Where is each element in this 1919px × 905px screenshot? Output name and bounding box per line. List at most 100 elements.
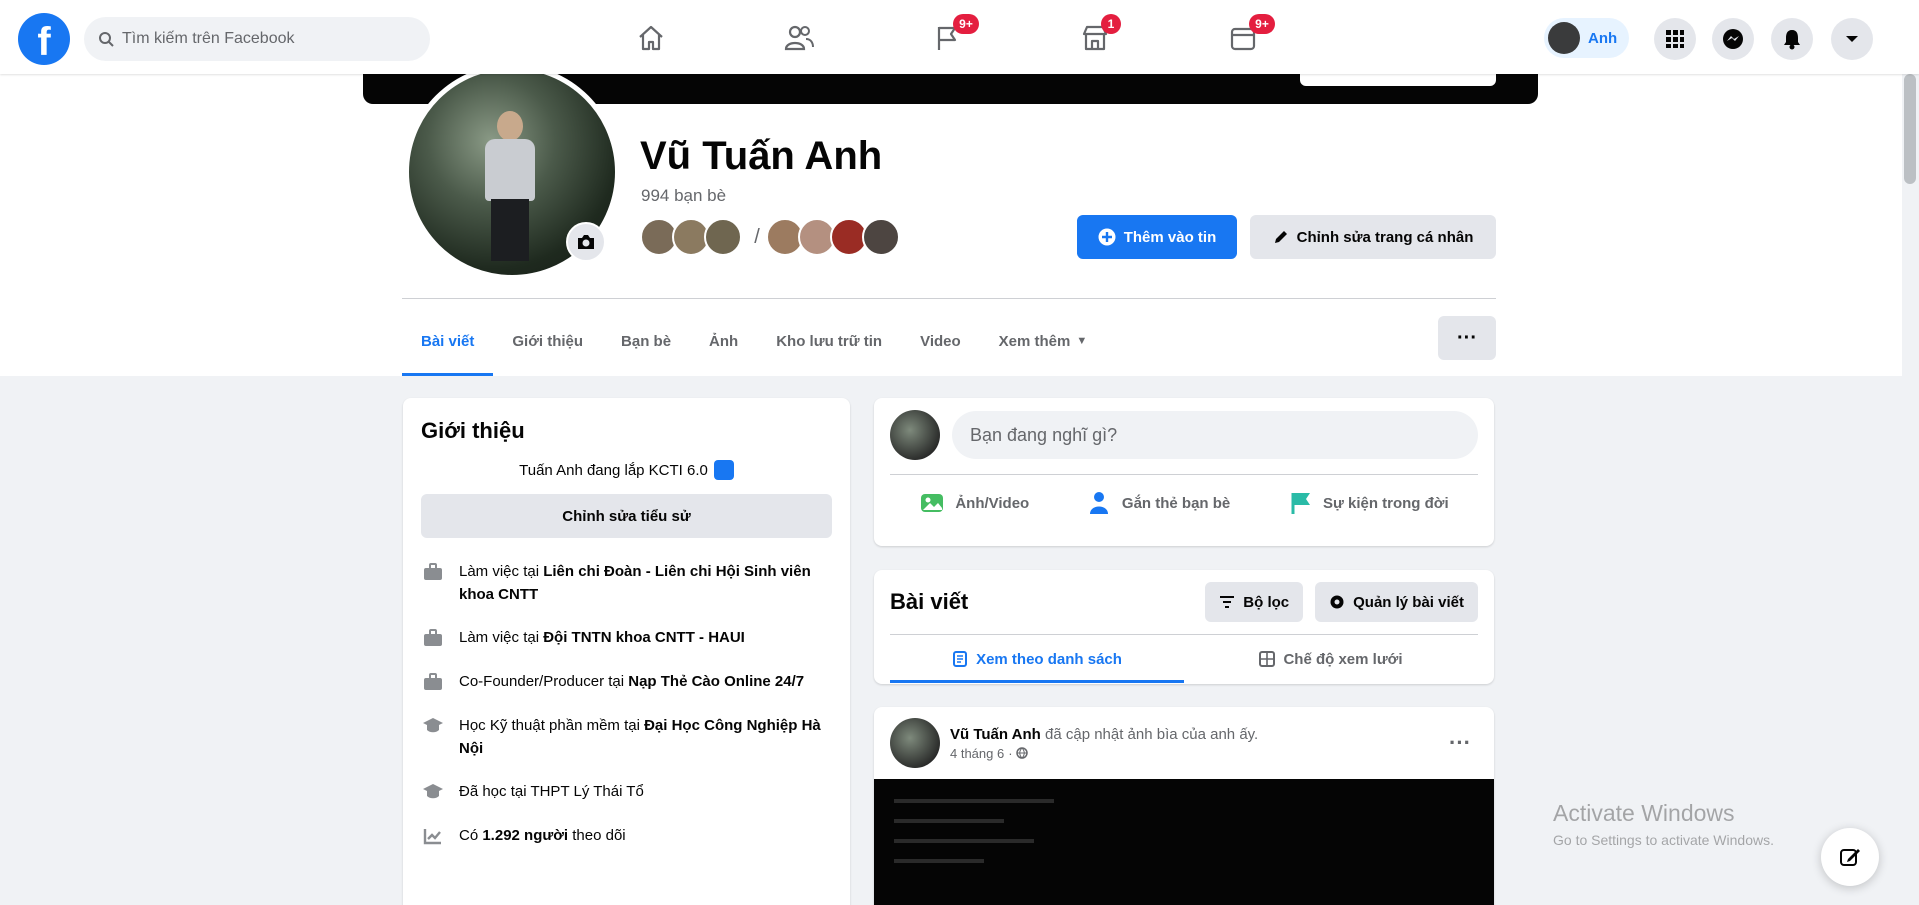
post-author[interactable]: Vũ Tuấn Anh xyxy=(950,726,1041,743)
notification-badge: 9+ xyxy=(1249,14,1275,34)
nav-tab-pages[interactable]: 9+ xyxy=(891,8,1003,68)
tag-friends-button[interactable]: Gắn thẻ bạn bè xyxy=(1088,483,1230,523)
briefcase-icon xyxy=(421,670,445,694)
intro-details: Làm việc tại Liên chi Đoàn - Liên chi Hộ… xyxy=(421,560,832,848)
briefcase-icon xyxy=(421,626,445,650)
facebook-logo[interactable]: f xyxy=(18,13,70,65)
nav-tab-groups[interactable]: 9+ xyxy=(1187,8,1299,68)
photo-video-button[interactable]: Ảnh/Video xyxy=(919,483,1029,523)
filter-button[interactable]: Bộ lọc xyxy=(1205,582,1304,622)
intro-item-education: Học Kỹ thuật phần mềm tại Đại Học Công N… xyxy=(421,714,832,760)
divider xyxy=(890,474,1478,475)
top-navigation-bar: f 9+ 1 9+ xyxy=(0,0,1919,74)
update-profile-picture-button[interactable] xyxy=(566,222,606,262)
tab-photos[interactable]: Ảnh xyxy=(690,306,757,376)
add-to-story-button[interactable]: Thêm vào tin xyxy=(1077,215,1237,259)
watermark-subtitle: Go to Settings to activate Windows. xyxy=(1553,832,1774,848)
nav-tab-marketplace[interactable]: 1 xyxy=(1039,8,1151,68)
photo-video-label: Ảnh/Video xyxy=(955,494,1030,512)
new-message-button[interactable] xyxy=(1821,828,1879,886)
friend-count[interactable]: 994 bạn bè xyxy=(641,186,726,206)
header-divider xyxy=(402,298,1496,299)
scrollbar-track[interactable] xyxy=(1902,74,1919,905)
composer-input[interactable]: Bạn đang nghĩ gì? xyxy=(952,411,1478,459)
edit-profile-button[interactable]: Chỉnh sửa trang cá nhân xyxy=(1250,215,1496,259)
compose-icon xyxy=(1840,849,1860,866)
list-view-label: Xem theo danh sách xyxy=(976,650,1122,668)
privacy-icon[interactable]: · xyxy=(1008,746,1028,761)
posts-title: Bài viết xyxy=(890,589,969,614)
caret-down-icon: ▼ xyxy=(1076,335,1088,347)
grid-menu-icon xyxy=(1666,30,1684,48)
gear-icon xyxy=(1330,595,1344,609)
camera-icon xyxy=(578,235,594,249)
notification-badge: 9+ xyxy=(953,14,979,34)
tab-friends[interactable]: Bạn bè xyxy=(602,306,690,376)
nav-tab-home[interactable] xyxy=(595,8,707,68)
tab-list-view[interactable]: Xem theo danh sách xyxy=(890,635,1184,683)
intro-item-work: Làm việc tại Đội TNTN khoa CNTT - HAUI xyxy=(421,626,832,650)
profile-shortcut[interactable]: Anh xyxy=(1544,18,1630,58)
profile-name: Vũ Tuấn Anh xyxy=(640,134,883,178)
tab-more[interactable]: Xem thêm ▼ xyxy=(980,306,1107,376)
tab-posts[interactable]: Bài viết xyxy=(402,306,494,376)
tab-story-archive[interactable]: Kho lưu trữ tin xyxy=(757,306,901,376)
pencil-icon xyxy=(1274,231,1287,243)
avatar[interactable] xyxy=(890,718,940,768)
edit-profile-label: Chỉnh sửa trang cá nhân xyxy=(1296,228,1474,246)
manage-posts-button[interactable]: Quản lý bài viết xyxy=(1315,582,1478,622)
intro-card: Giới thiệu Tuấn Anh đang lắp KCTI 6.0 Ch… xyxy=(403,398,850,905)
scrollbar-thumb[interactable] xyxy=(1904,74,1916,184)
post-timestamp[interactable]: 4 tháng 6 xyxy=(950,746,1004,761)
watermark-title: Activate Windows xyxy=(1553,800,1735,826)
manage-posts-label: Quản lý bài viết xyxy=(1353,593,1464,611)
notification-badge: 1 xyxy=(1101,14,1121,34)
tab-videos[interactable]: Video xyxy=(901,306,980,376)
search-box[interactable] xyxy=(84,17,430,61)
notifications-button[interactable] xyxy=(1771,18,1813,60)
edit-bio-button[interactable]: Chỉnh sửa tiểu sử xyxy=(421,494,832,538)
friend-avatars[interactable]: / xyxy=(640,218,900,256)
intro-item-followers: Có 1.292 người theo dõi xyxy=(421,824,832,848)
friend-avatar[interactable] xyxy=(704,218,742,256)
search-input[interactable] xyxy=(122,30,402,48)
divider: / xyxy=(754,226,760,248)
post-header-text: Vũ Tuấn Anh đã cập nhật ảnh bìa của anh … xyxy=(950,726,1432,743)
flag-icon xyxy=(1291,493,1310,514)
intro-item-work: Co-Founder/Producer tại Nạp Thẻ Cào Onli… xyxy=(421,670,832,694)
friends-icon xyxy=(784,25,814,51)
profile-photo-person xyxy=(481,111,539,261)
filter-icon xyxy=(1220,596,1235,608)
tab-about[interactable]: Giới thiệu xyxy=(493,306,602,376)
post-options-button[interactable]: ··· xyxy=(1442,730,1478,756)
grid-view-label: Chế độ xem lưới xyxy=(1283,650,1403,668)
bio-text: Tuấn Anh đang lắp KCTI 6.0 xyxy=(519,461,708,479)
graduation-cap-icon xyxy=(421,714,445,738)
grid-icon xyxy=(1259,651,1276,667)
profile-shortcut-name: Anh xyxy=(1588,29,1618,47)
avatar[interactable] xyxy=(890,410,940,460)
search-icon xyxy=(99,32,114,47)
feed-post: Vũ Tuấn Anh đã cập nhật ảnh bìa của anh … xyxy=(874,707,1494,905)
post-action: đã cập nhật ảnh bìa của anh ấy. xyxy=(1040,725,1259,743)
edit-cover-button[interactable] xyxy=(1300,74,1496,86)
menu-button[interactable] xyxy=(1654,18,1696,60)
friend-avatar[interactable] xyxy=(862,218,900,256)
tag-friends-icon xyxy=(1089,492,1108,514)
account-button[interactable] xyxy=(1831,18,1873,60)
photo-icon xyxy=(921,494,944,512)
profile-more-button[interactable]: ··· xyxy=(1438,316,1496,360)
messenger-button[interactable] xyxy=(1712,18,1754,60)
followers-icon xyxy=(421,824,445,848)
life-event-button[interactable]: Sự kiện trong đời xyxy=(1289,483,1449,523)
tab-grid-view[interactable]: Chế độ xem lưới xyxy=(1184,635,1478,683)
graduation-cap-icon xyxy=(421,780,445,804)
nav-tab-friends[interactable] xyxy=(743,8,855,68)
posts-section-header: Bài viết Bộ lọc Quản lý bài viết Xem the… xyxy=(874,570,1494,684)
bell-icon xyxy=(1784,30,1800,50)
intro-item-work: Làm việc tại Liên chi Đoàn - Liên chi Hộ… xyxy=(421,560,832,606)
tag-friends-label: Gắn thẻ bạn bè xyxy=(1121,494,1231,512)
tab-more-label: Xem thêm xyxy=(998,332,1071,350)
briefcase-icon xyxy=(421,560,445,584)
post-image[interactable] xyxy=(874,779,1494,905)
